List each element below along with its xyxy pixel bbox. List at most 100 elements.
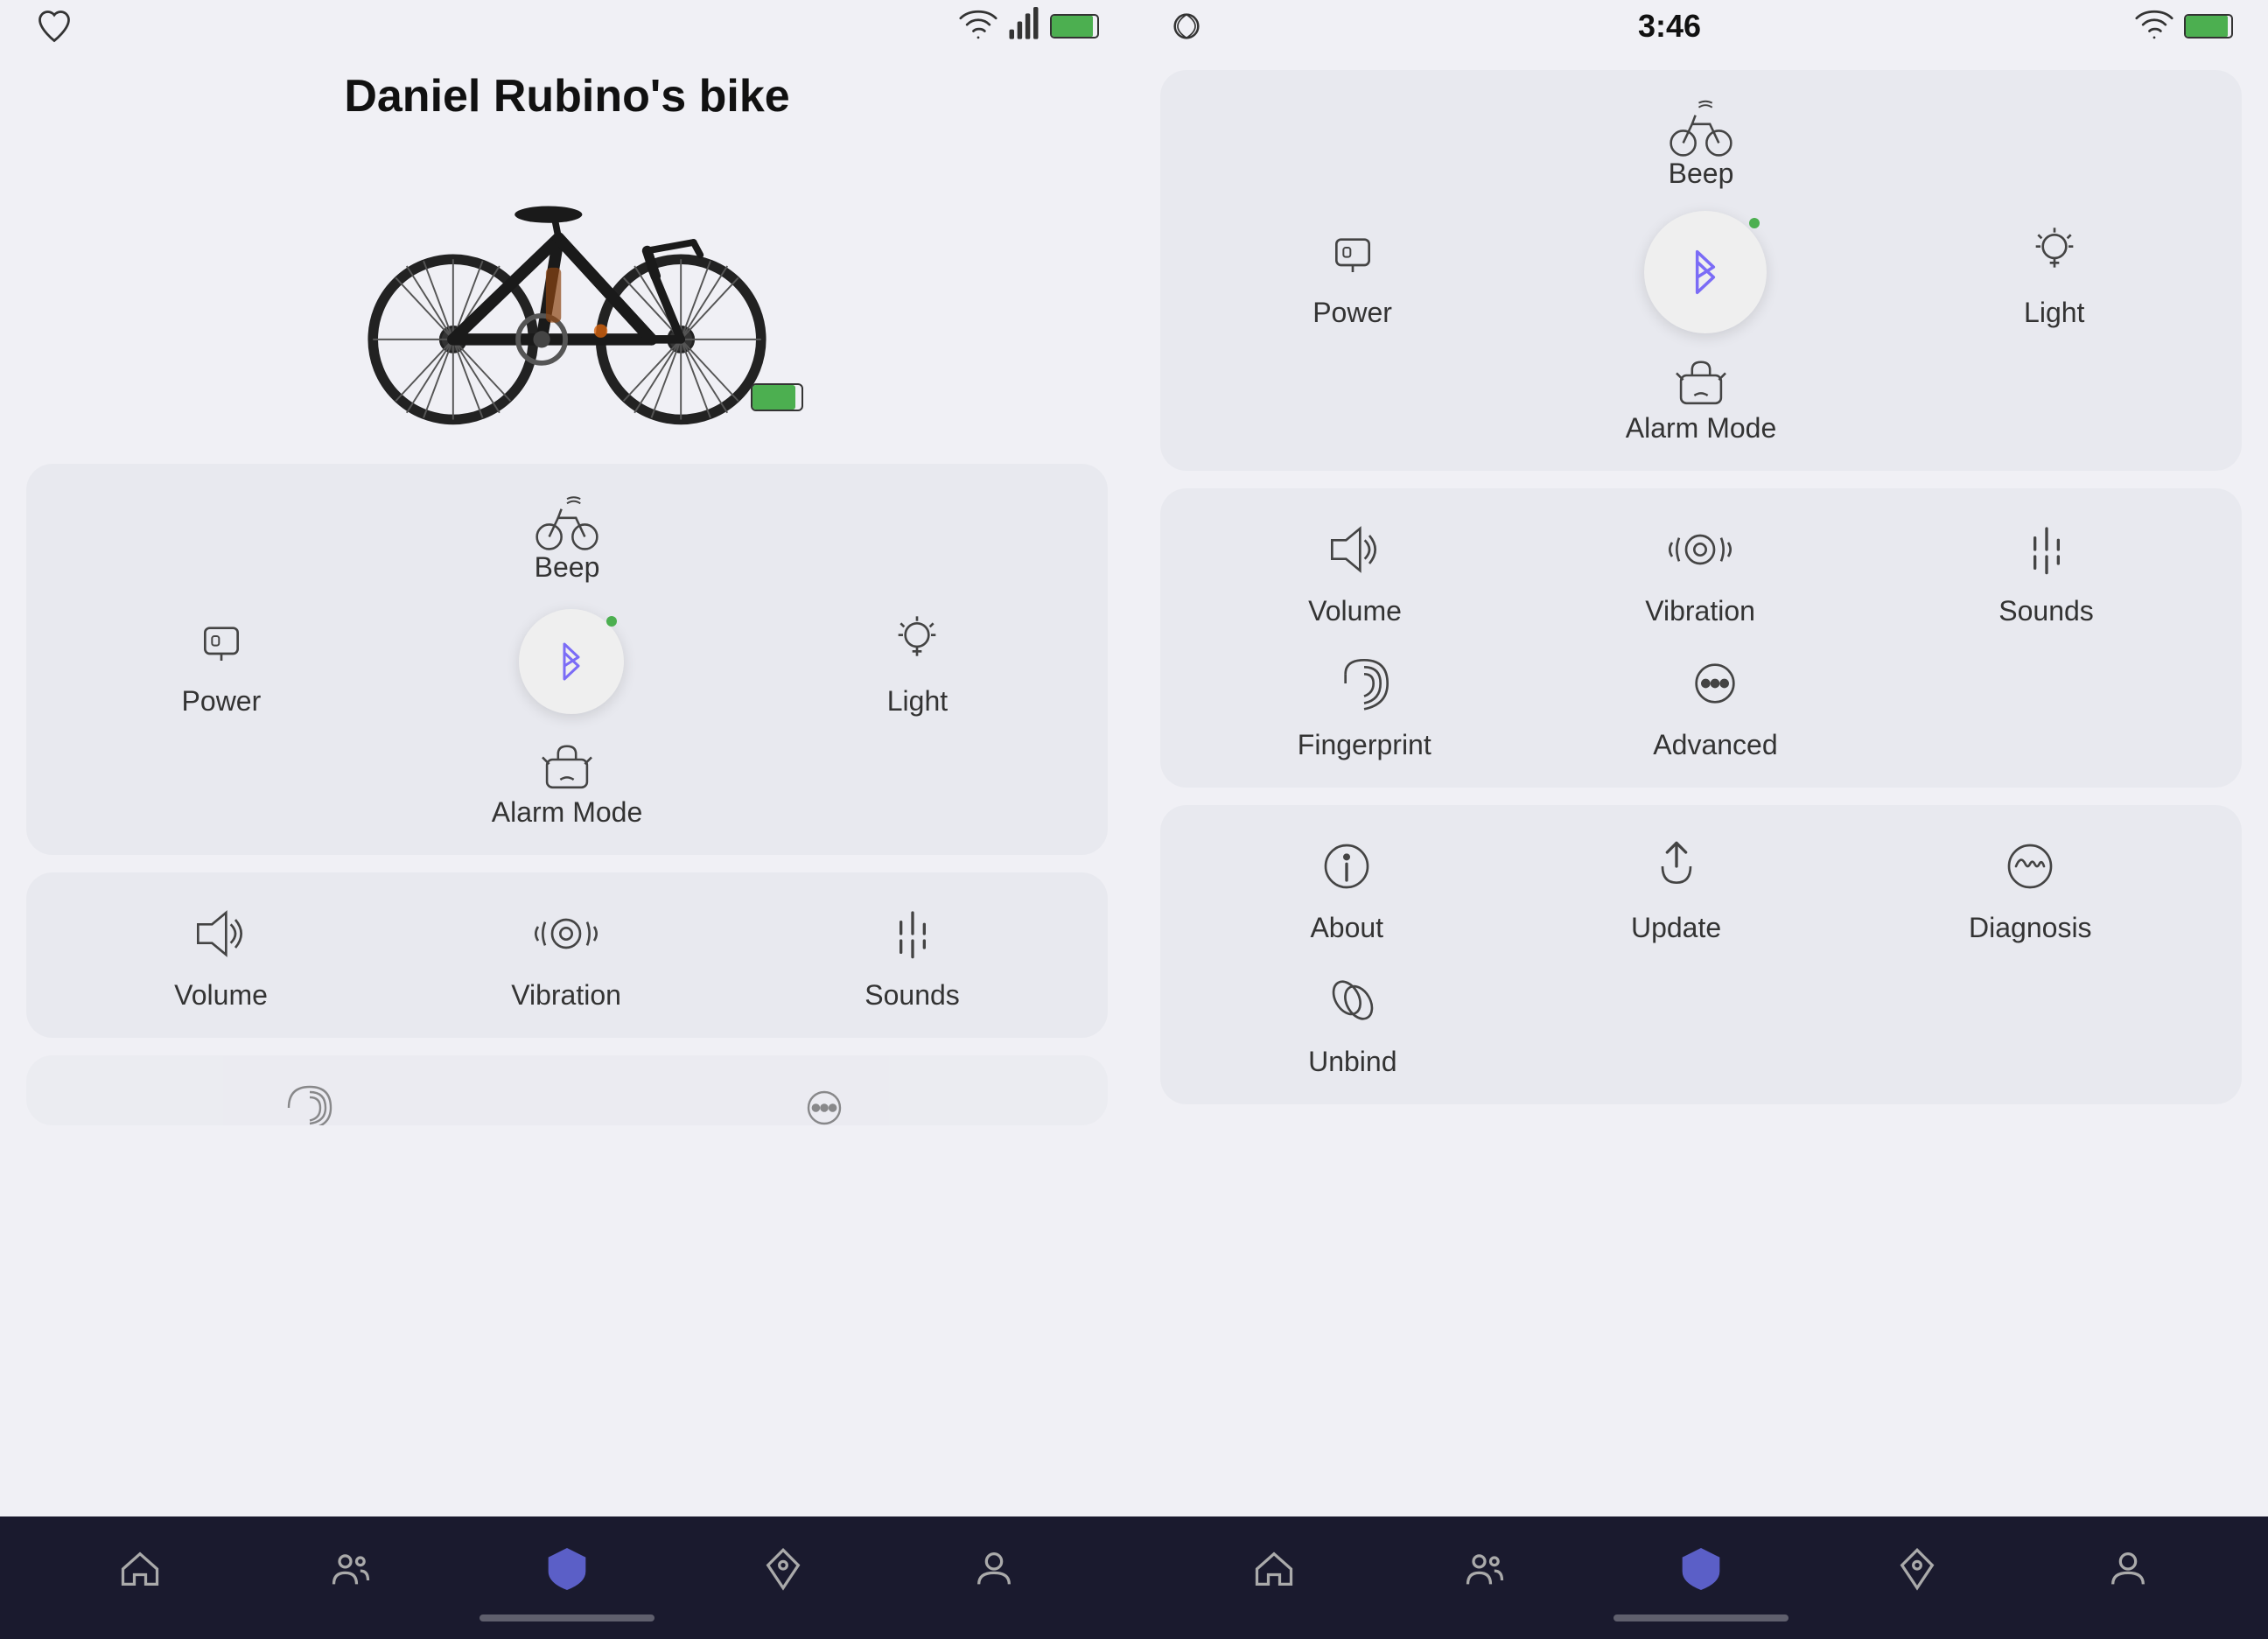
bluetooth-icon-left — [545, 635, 598, 688]
unbind-label-right: Unbind — [1308, 1046, 1396, 1078]
controls-section-left: Beep Power — [0, 446, 1134, 1516]
alarm-label-left: Alarm Mode — [492, 796, 643, 829]
power-item-right[interactable]: Power — [1312, 216, 1392, 329]
control-row-1-left: Power — [61, 605, 1073, 718]
beep-label-left: Beep — [535, 551, 600, 584]
connected-icon-right — [1169, 7, 1204, 46]
bike-svg — [331, 149, 803, 429]
alarm-item-left[interactable]: Alarm Mode — [61, 735, 1073, 829]
bike-image — [322, 140, 812, 438]
bike-title: Daniel Rubino's bike — [344, 70, 789, 123]
left-panel: Daniel Rubino's bike — [0, 0, 1134, 1639]
beep-item-left[interactable]: Beep — [61, 490, 1073, 584]
light-label-right: Light — [2024, 297, 2084, 329]
fingerprint-item-right[interactable]: Fingerprint — [1298, 648, 1432, 761]
update-icon-right — [1642, 831, 1712, 901]
shield-icon-right — [1673, 1541, 1729, 1597]
control-card-3-right: About Update Diagnosis — [1160, 805, 2242, 1104]
alarm-icon-left — [532, 735, 602, 796]
heart-icon — [35, 7, 74, 46]
vibration-item-right[interactable]: Vibration — [1645, 515, 1755, 627]
status-bar-left — [0, 0, 1134, 53]
battery-indicator-left — [751, 383, 803, 411]
profile-icon-right — [2105, 1546, 2151, 1592]
advanced-label-right: Advanced — [1653, 729, 1777, 761]
control-card-2-left: Volume Vibration — [26, 872, 1108, 1038]
nav-profile-left[interactable] — [971, 1546, 1017, 1592]
bottom-nav-left — [0, 1516, 1134, 1639]
nav-profile-right[interactable] — [2105, 1546, 2151, 1592]
beep-label-right: Beep — [1669, 158, 1734, 190]
nav-shield-right[interactable] — [1673, 1541, 1729, 1597]
sounds-item-right[interactable]: Sounds — [1998, 515, 2094, 627]
battery-right — [2184, 14, 2233, 39]
power-label-left: Power — [182, 685, 262, 718]
light-item-left[interactable]: Light — [882, 605, 952, 718]
fingerprint-icon-left-partial — [275, 1082, 345, 1125]
light-item-right[interactable]: Light — [2020, 216, 2090, 329]
status-icons-left — [959, 7, 1099, 46]
power-item-left[interactable]: Power — [182, 605, 262, 718]
nav-home-left[interactable] — [117, 1546, 163, 1592]
nav-home-right[interactable] — [1251, 1546, 1297, 1592]
unbind-item-right[interactable]: Unbind — [1308, 965, 1396, 1078]
control-card-1-right: Beep Power — [1160, 70, 2242, 471]
nav-shield-left[interactable] — [539, 1541, 595, 1597]
light-icon-right — [2020, 216, 2090, 286]
status-bar-right: 3:46 — [1134, 0, 2268, 53]
sounds-label-left: Sounds — [864, 979, 960, 1012]
advanced-item-right[interactable]: Advanced — [1653, 648, 1777, 761]
alarm-item-right[interactable]: Alarm Mode — [1195, 351, 2207, 445]
vibration-item-left[interactable]: Vibration — [511, 899, 621, 1012]
bike-section: Daniel Rubino's bike — [0, 53, 1134, 446]
battery-left — [1050, 14, 1099, 39]
power-label-right: Power — [1312, 297, 1392, 329]
beep-item-right[interactable]: Beep — [1195, 96, 2207, 190]
advanced-icon-left-partial — [789, 1082, 859, 1125]
about-icon-right — [1312, 831, 1382, 901]
bluetooth-item-right[interactable] — [1644, 211, 1767, 333]
about-item-right[interactable]: About — [1310, 831, 1383, 944]
fingerprint-item-left-partial — [275, 1082, 345, 1125]
volume-item-left[interactable]: Volume — [174, 899, 268, 1012]
bluetooth-circle-left — [519, 609, 624, 714]
people-icon-left — [328, 1546, 374, 1592]
volume-label-left: Volume — [174, 979, 268, 1012]
bluetooth-circle-right — [1644, 211, 1767, 333]
sounds-item-left[interactable]: Sounds — [864, 899, 960, 1012]
vibration-icon-left — [531, 899, 601, 969]
sounds-icon-left — [878, 899, 948, 969]
profile-icon-left — [971, 1546, 1017, 1592]
home-indicator-right — [1614, 1614, 1788, 1621]
volume-item-right[interactable]: Volume — [1308, 515, 1402, 627]
control-card-3-left-partial — [26, 1055, 1108, 1125]
diagnosis-icon-right — [1995, 831, 2065, 901]
update-item-right[interactable]: Update — [1631, 831, 1721, 944]
volume-icon-right — [1320, 515, 1390, 585]
volume-icon-left — [186, 899, 256, 969]
control-row-3-left — [61, 1082, 1073, 1125]
diagnosis-label-right: Diagnosis — [1969, 912, 2092, 944]
update-label-right: Update — [1631, 912, 1721, 944]
advanced-icon-right — [1680, 648, 1750, 718]
right-panel: 3:46 — [1134, 0, 2268, 1639]
home-icon-left — [117, 1546, 163, 1592]
bluetooth-item-left[interactable] — [519, 609, 624, 714]
power-icon-left — [186, 605, 256, 675]
vibration-label-right: Vibration — [1645, 595, 1755, 627]
control-card-1-left: Beep Power — [26, 464, 1108, 855]
control-card-2-right: Volume Vibration — [1160, 488, 2242, 788]
nav-people-right[interactable] — [1462, 1546, 1508, 1592]
home-icon-right — [1251, 1546, 1297, 1592]
light-icon-left — [882, 605, 952, 675]
nav-people-left[interactable] — [328, 1546, 374, 1592]
nav-location-left[interactable] — [760, 1546, 806, 1592]
nav-location-right[interactable] — [1894, 1546, 1940, 1592]
right-controls: Beep Power — [1134, 53, 2268, 1516]
control-row-fp-right: Fingerprint Advanced — [1195, 648, 2207, 761]
volume-label-right: Volume — [1308, 595, 1402, 627]
diagnosis-item-right[interactable]: Diagnosis — [1969, 831, 2092, 944]
wifi-icon-right — [2135, 7, 2174, 46]
people-icon-right — [1462, 1546, 1508, 1592]
control-row-vol-right: Volume Vibration — [1195, 515, 2207, 627]
